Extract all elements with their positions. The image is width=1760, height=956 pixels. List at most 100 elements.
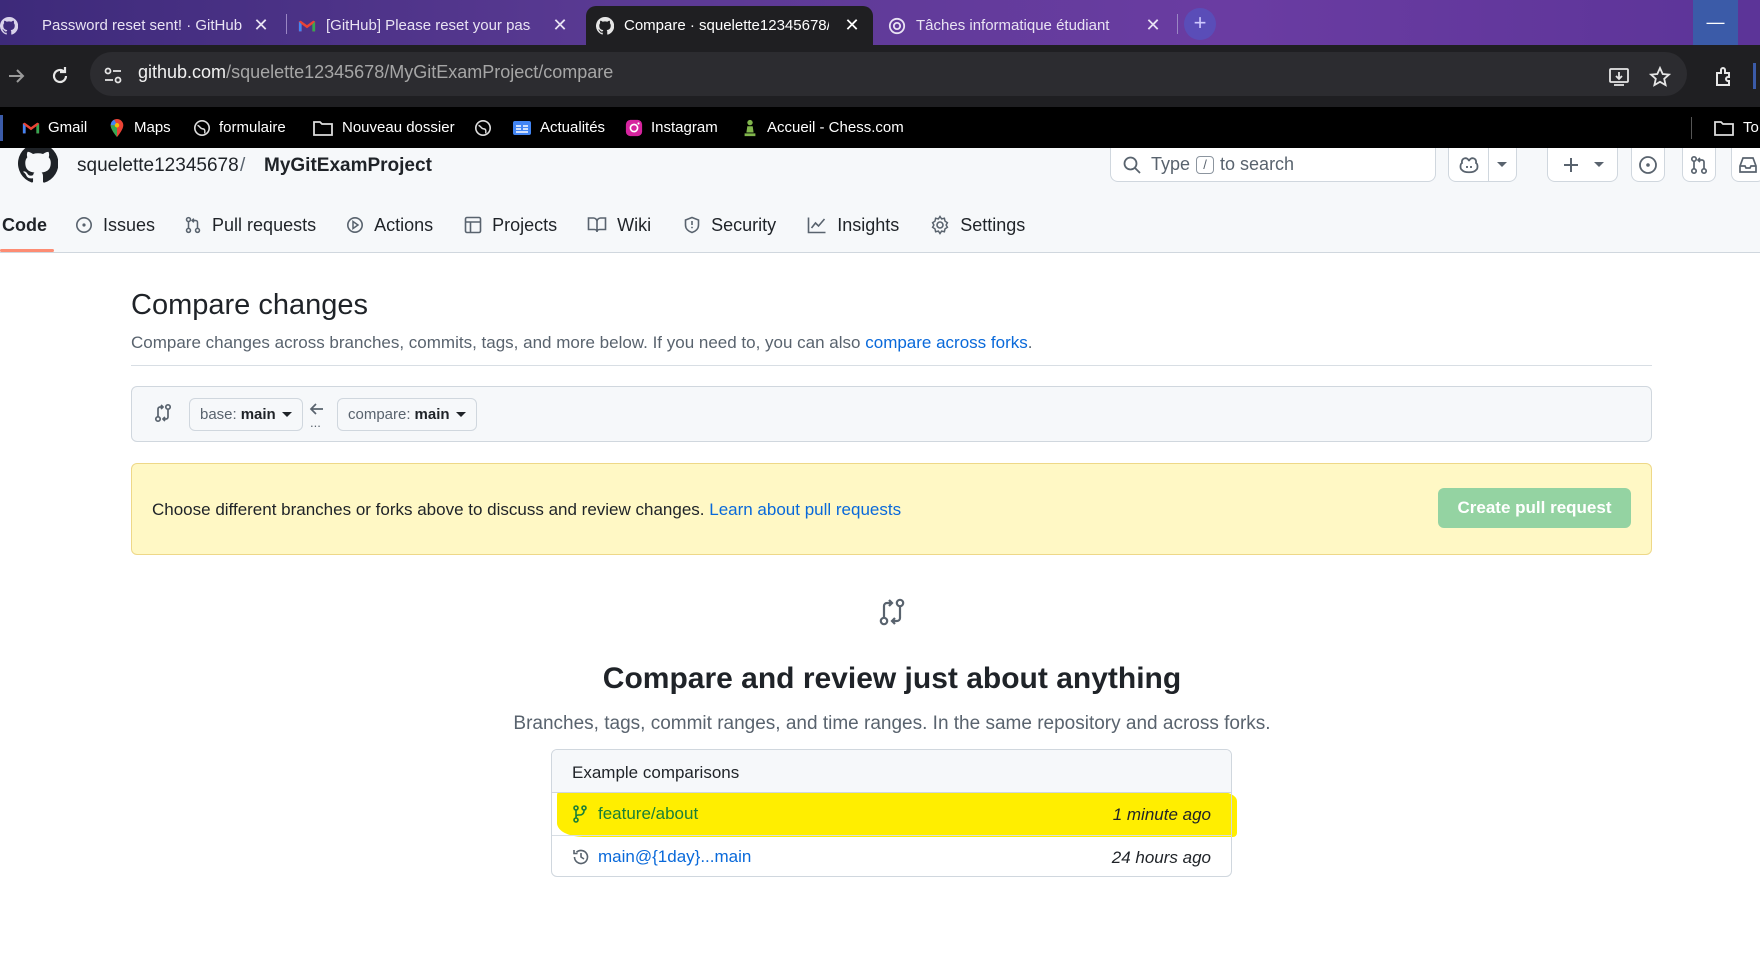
learn-about-pull-requests-link[interactable]: Learn about pull requests bbox=[709, 500, 901, 519]
bookmark-label: Instagram bbox=[651, 119, 718, 136]
search-input[interactable]: Type / to search bbox=[1110, 148, 1436, 182]
compare-branch-select[interactable]: compare: main bbox=[337, 398, 477, 431]
minimize-window-button[interactable]: — bbox=[1693, 0, 1738, 45]
tab-title: [GitHub] Please reset your pass bbox=[326, 17, 531, 34]
bookmark-actualites[interactable]: Actualités bbox=[512, 107, 605, 148]
compare-value: main bbox=[414, 406, 450, 423]
tab-separator bbox=[286, 14, 287, 34]
bookmark-label: Actualités bbox=[540, 119, 606, 136]
reload-icon[interactable] bbox=[49, 65, 71, 87]
bookmark-globe[interactable] bbox=[474, 107, 500, 148]
inbox-button[interactable] bbox=[1731, 148, 1760, 182]
create-new-button[interactable] bbox=[1547, 148, 1618, 182]
flash-notice: Choose different branches or forks above… bbox=[131, 463, 1652, 555]
tab-security-label: Security bbox=[711, 214, 777, 235]
repo-name-link[interactable]: MyGitExamProject bbox=[264, 155, 432, 177]
book-icon bbox=[587, 217, 607, 233]
copilot-button[interactable] bbox=[1448, 147, 1517, 182]
github-logo-icon[interactable] bbox=[18, 148, 58, 184]
example-time: 1 minute ago bbox=[1112, 805, 1211, 824]
example-comparisons-header: Example comparisons bbox=[552, 750, 1231, 793]
profile-edge[interactable] bbox=[1753, 63, 1756, 89]
gmail-icon bbox=[22, 122, 40, 133]
tab-settings[interactable]: Settings bbox=[930, 205, 1025, 245]
tab-wiki[interactable]: Wiki bbox=[587, 205, 651, 245]
plus-icon bbox=[1563, 157, 1578, 172]
tab-issues[interactable]: Issues bbox=[75, 205, 155, 245]
tab-code[interactable]: Code bbox=[2, 205, 47, 245]
install-app-icon[interactable] bbox=[1608, 67, 1630, 87]
repo-owner-link[interactable]: squelette12345678 bbox=[77, 155, 239, 177]
bookmark-formulaire[interactable]: formulaire bbox=[193, 107, 286, 148]
extensions-icon[interactable] bbox=[1713, 65, 1737, 89]
bookmark-instagram[interactable]: Instagram bbox=[625, 107, 718, 148]
tab-security[interactable]: Security bbox=[683, 205, 776, 245]
tab-projects[interactable]: Projects bbox=[464, 205, 557, 245]
tab-actions-label: Actions bbox=[374, 214, 434, 235]
chevron-down-icon bbox=[1497, 162, 1507, 167]
browser-tab-compare[interactable]: Compare · squelette12345678/M ✕ bbox=[586, 6, 873, 45]
example-comparison-row[interactable]: main@{1day}...main 24 hours ago bbox=[552, 835, 1231, 876]
tab-insights-label: Insights bbox=[837, 214, 900, 235]
browser-tab-taches[interactable]: Tâches informatique étudiant ✕ bbox=[888, 6, 1174, 45]
tab-issues-label: Issues bbox=[103, 214, 156, 235]
tab-title: Compare · squelette12345678/M bbox=[624, 17, 829, 34]
bookmark-other-folder[interactable]: To bbox=[1713, 107, 1759, 148]
example-branch-link[interactable]: feature/about bbox=[598, 804, 698, 824]
url-text[interactable]: github.com/squelette12345678/MyGitExamPr… bbox=[138, 62, 613, 83]
gear-icon bbox=[931, 215, 949, 235]
close-tab-icon[interactable]: ✕ bbox=[252, 15, 270, 35]
chevron-down-icon bbox=[455, 412, 466, 417]
browser-tab-password-reset[interactable]: Password reset sent! · GitHub ✕ bbox=[0, 6, 282, 45]
flash-message: Choose different branches or forks above… bbox=[152, 500, 901, 520]
maps-pin-icon bbox=[110, 118, 124, 137]
tab-settings-label: Settings bbox=[960, 214, 1026, 235]
folder-icon bbox=[1714, 120, 1734, 136]
browser-toolbar: github.com/squelette12345678/MyGitExamPr… bbox=[0, 45, 1760, 107]
tab-actions[interactable]: Actions bbox=[346, 205, 433, 245]
new-tab-button[interactable]: + bbox=[1184, 8, 1216, 40]
inbox-icon bbox=[1739, 156, 1757, 173]
shield-icon bbox=[684, 216, 700, 234]
tab-pull-requests[interactable]: Pull requests bbox=[184, 205, 316, 245]
copilot-icon bbox=[1459, 156, 1479, 173]
history-icon bbox=[573, 849, 589, 864]
github-icon bbox=[596, 16, 614, 35]
bookmark-label: Maps bbox=[134, 119, 171, 136]
example-comparison-row[interactable]: feature/about 1 minute ago bbox=[552, 793, 1231, 835]
chevron-down-icon bbox=[1593, 162, 1604, 167]
instagram-icon bbox=[625, 119, 643, 136]
git-compare-icon[interactable] bbox=[153, 403, 173, 423]
search-placeholder-suffix: to search bbox=[1220, 154, 1295, 174]
base-label: base: bbox=[200, 406, 237, 423]
site-info-icon[interactable] bbox=[103, 66, 123, 86]
close-tab-icon[interactable]: ✕ bbox=[551, 15, 569, 35]
bookmark-maps[interactable]: Maps bbox=[108, 107, 171, 148]
pull-requests-button[interactable] bbox=[1682, 148, 1716, 182]
close-tab-icon[interactable]: ✕ bbox=[843, 15, 861, 35]
compare-across-forks-link[interactable]: compare across forks bbox=[865, 333, 1028, 352]
graph-icon bbox=[807, 217, 826, 234]
create-pull-request-button[interactable]: Create pull request bbox=[1438, 488, 1631, 528]
forward-icon[interactable] bbox=[6, 66, 26, 86]
bookmarks-bar: Gmail Maps formulaire Nouveau dossier Ac… bbox=[0, 107, 1760, 148]
bookmark-chess[interactable]: Accueil - Chess.com bbox=[741, 107, 904, 148]
url-host: github.com bbox=[138, 62, 227, 82]
bookmark-label: Accueil - Chess.com bbox=[767, 119, 904, 136]
example-range-link[interactable]: main@{1day}...main bbox=[598, 847, 751, 867]
tab-title: Tâches informatique étudiant bbox=[916, 17, 1110, 34]
bookmark-gmail[interactable]: Gmail bbox=[22, 107, 87, 148]
folder-icon bbox=[313, 120, 333, 136]
blankslate-description: Branches, tags, commit ranges, and time … bbox=[513, 713, 1271, 734]
github-icon bbox=[0, 16, 18, 35]
globe-icon bbox=[193, 119, 211, 136]
base-branch-select[interactable]: base: main bbox=[189, 398, 303, 431]
divider bbox=[131, 365, 1652, 366]
button-divider bbox=[1488, 147, 1489, 182]
bookmark-nouveau-dossier[interactable]: Nouveau dossier bbox=[312, 107, 455, 148]
issues-button[interactable] bbox=[1631, 148, 1665, 182]
tab-insights[interactable]: Insights bbox=[807, 205, 899, 245]
close-tab-icon[interactable]: ✕ bbox=[1144, 15, 1162, 35]
bookmark-star-icon[interactable] bbox=[1649, 66, 1671, 88]
browser-tab-gmail[interactable]: [GitHub] Please reset your pass ✕ bbox=[298, 6, 581, 45]
